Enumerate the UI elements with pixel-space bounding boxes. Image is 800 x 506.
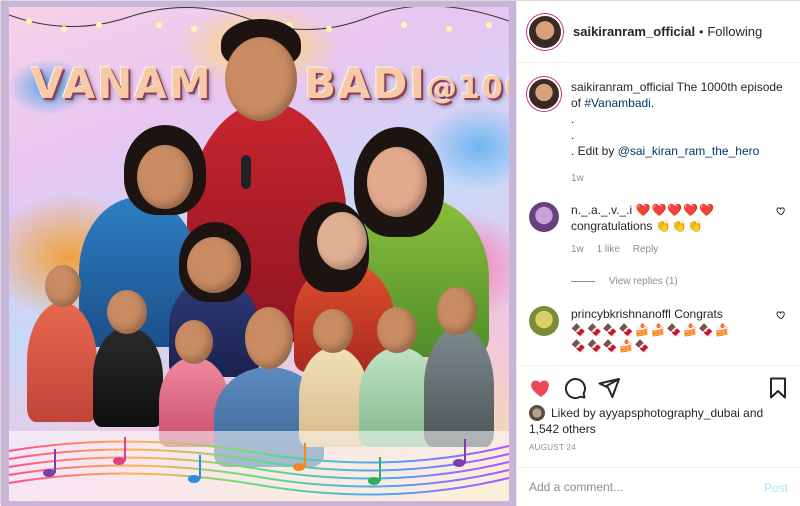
comment-avatar[interactable]	[529, 202, 559, 232]
likes-prefix: Liked by	[551, 406, 596, 420]
figure-girl-right-head	[317, 212, 367, 270]
caption-body: saikiranram_official The 1000th episode …	[571, 79, 786, 187]
view-replies-label: View replies (1)	[609, 276, 678, 287]
comment-text-line: congratulations 👏👏👏	[571, 218, 771, 234]
figure-girl-left-head	[187, 237, 241, 293]
comment-icon[interactable]	[563, 376, 587, 400]
instagram-post: VANAM BADI@1000	[0, 0, 800, 506]
comment-trailing-emojis: 👏👏👏	[655, 219, 704, 233]
poster-title-left: VANAM	[31, 59, 213, 108]
likes-text: Liked by ayyapsphotography_dubai and 1,5…	[529, 405, 789, 437]
comment-time: 1w	[571, 244, 584, 255]
comment-item: princybkrishnanoffl Congrats 🍫🍫🍫🍫🍰🍰🍫🍰🍫🍰 …	[529, 306, 794, 364]
comment-emojis-line-2: 🍫🍫🍫🍰🍫	[571, 339, 651, 353]
figure-man-grey-head	[437, 287, 477, 335]
poster-artwork: VANAM BADI@1000	[9, 7, 509, 501]
add-comment-input[interactable]	[529, 480, 749, 494]
header-separator: •	[699, 24, 704, 39]
author-username[interactable]: saikiranram_official	[573, 24, 695, 39]
liker-avatar[interactable]	[529, 405, 545, 421]
likes-others[interactable]: 1,542 others	[529, 421, 789, 437]
figure-woman-blue-head	[137, 145, 193, 209]
likes-suffix: and	[743, 406, 764, 420]
figure-woman-green-head	[367, 147, 427, 217]
view-replies-line	[571, 280, 595, 282]
comment-meta: 1w 1 like Reply	[571, 242, 771, 258]
figure-man-denim-head	[245, 307, 293, 369]
comments-list[interactable]: saikiranram_official The 1000th episode …	[517, 64, 800, 364]
following-button[interactable]: Following	[707, 24, 762, 39]
poster-title-right: BADI@1000	[304, 59, 509, 108]
caption-time: 1w	[571, 173, 584, 184]
caption-hashtag[interactable]: #Vanambadi.	[584, 96, 654, 110]
comment-like-icon[interactable]	[776, 310, 786, 320]
post-header: saikiranram_official • Following	[517, 1, 800, 63]
likes-summary: Liked by ayyapsphotography_dubai and 1,5…	[529, 405, 789, 437]
figure-center-head	[225, 37, 297, 121]
view-replies-button[interactable]: View replies (1)	[571, 276, 678, 287]
poster-title-suffix: @1000	[427, 71, 509, 106]
music-notes-decoration	[9, 431, 509, 501]
comment-body: princybkrishnanoffl Congrats 🍫🍫🍫🍫🍰🍰🍫🍰🍫🍰 …	[571, 306, 771, 354]
comment-text: Congrats	[674, 307, 723, 321]
comment-emojis-line-1: 🍫🍫🍫🍫🍰🍰🍫🍰🍫🍰	[571, 323, 731, 337]
poster-title-word: BADI	[304, 59, 428, 108]
share-icon[interactable]	[597, 376, 621, 400]
comment-body: n._.a._.v._.i ❤️❤️❤️❤️❤️ congratulations…	[571, 202, 771, 258]
post-sidebar: saikiranram_official • Following saikira…	[516, 1, 800, 506]
caption-username[interactable]: saikiranram_official	[571, 80, 674, 94]
liker-username[interactable]: ayyapsphotography_dubai	[599, 406, 740, 420]
caption: saikiranram_official The 1000th episode …	[529, 79, 794, 189]
figure-woman-black-head	[107, 290, 147, 334]
caption-meta: 1w	[571, 171, 786, 187]
comment-like-icon[interactable]	[776, 206, 786, 216]
caption-author-avatar[interactable]	[529, 79, 559, 109]
microphone	[241, 155, 251, 189]
comment-reply-button[interactable]: Reply	[633, 244, 659, 255]
post-image[interactable]: VANAM BADI@1000	[1, 1, 516, 506]
heart-icon[interactable]	[529, 376, 553, 400]
caption-edit-line: . Edit by @sai_kiran_ram_the_hero	[571, 143, 786, 159]
comment-username[interactable]: princybkrishnanoffl	[571, 307, 671, 321]
bookmark-icon[interactable]	[766, 376, 790, 400]
post-date[interactable]: AUGUST 24	[529, 443, 576, 452]
caption-dot-1: .	[571, 112, 575, 126]
figure-man-pink-head	[45, 265, 81, 307]
add-comment-bar: Post	[517, 467, 800, 506]
action-bar	[517, 365, 800, 409]
post-comment-button[interactable]: Post	[764, 481, 788, 495]
comment-avatar[interactable]	[529, 306, 559, 336]
figure-woman-pink-head	[175, 320, 213, 364]
comment-item: n._.a._.v._.i ❤️❤️❤️❤️❤️ congratulations…	[529, 202, 794, 262]
caption-dot-2: .	[571, 128, 575, 142]
comment-like-count[interactable]: 1 like	[597, 244, 620, 255]
comment-text: congratulations	[571, 219, 653, 233]
figure-woman-cream-head	[313, 309, 353, 353]
caption-edit-prefix: . Edit by	[571, 144, 615, 158]
figure-woman-mint-head	[377, 307, 417, 353]
author-avatar[interactable]	[529, 15, 561, 48]
caption-mention[interactable]: @sai_kiran_ram_the_hero	[618, 144, 760, 158]
comment-emojis: ❤️❤️❤️❤️❤️	[635, 203, 716, 217]
comment-username[interactable]: n._.a._.v._.i	[571, 203, 632, 217]
